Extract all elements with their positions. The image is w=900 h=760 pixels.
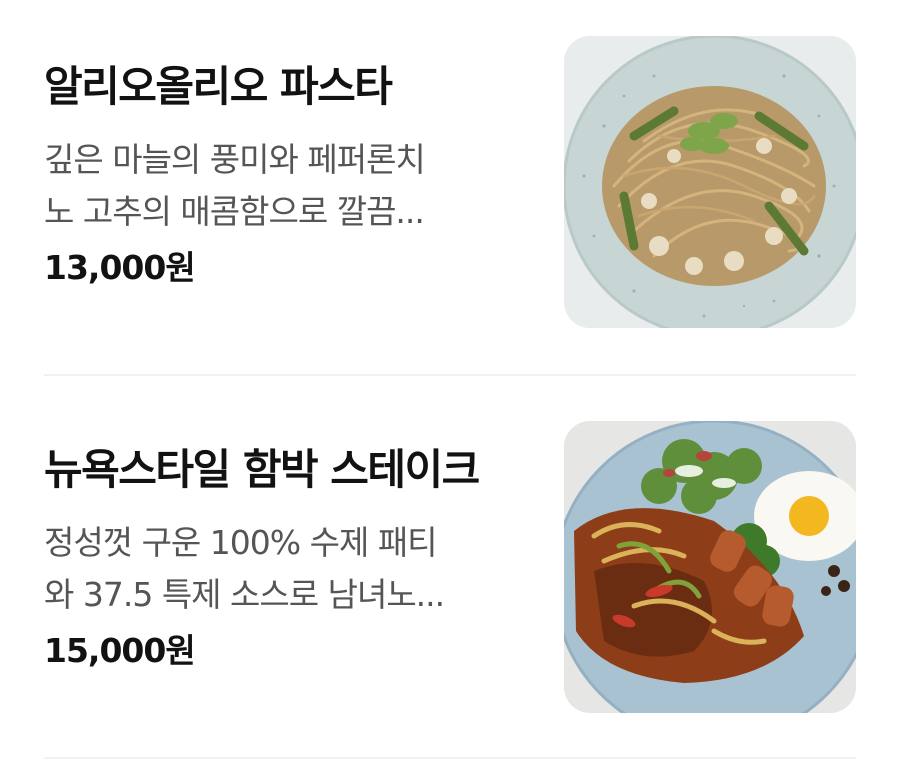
description-line: 노 고추의 매콤함으로 깔끔... — [44, 192, 425, 231]
menu-item-text: 뉴욕스타일 함박 스테이크 정성껏 구운 100% 수제 패티 와 37.5 특… — [44, 421, 524, 673]
menu-item-photo[interactable] — [564, 421, 856, 713]
menu-list: 알리오올리오 파스타 깊은 마늘의 풍미와 페퍼론치 노 고추의 매콤함으로 깔… — [0, 0, 900, 760]
menu-item-aglio-olio-pasta[interactable]: 알리오올리오 파스타 깊은 마늘의 풍미와 페퍼론치 노 고추의 매콤함으로 깔… — [44, 36, 856, 328]
menu-item-hamburg-steak[interactable]: 뉴욕스타일 함박 스테이크 정성껏 구운 100% 수제 패티 와 37.5 특… — [44, 421, 856, 713]
description-line: 와 37.5 특제 소스로 남녀노... — [44, 575, 445, 614]
pasta-dish-photo — [564, 36, 856, 328]
menu-item-text: 알리오올리오 파스타 깊은 마늘의 풍미와 페퍼론치 노 고추의 매콤함으로 깔… — [44, 36, 524, 290]
description-line: 깊은 마늘의 풍미와 페퍼론치 — [44, 140, 426, 179]
menu-item-price: 15,000원 — [44, 631, 196, 670]
menu-item-description: 정성껏 구운 100% 수제 패티 와 37.5 특제 소스로 남녀노... — [44, 517, 514, 621]
divider — [44, 757, 856, 759]
menu-item-price: 13,000원 — [44, 248, 196, 287]
menu-item-name: 뉴욕스타일 함박 스테이크 — [44, 445, 480, 494]
hamburg-steak-dish-photo — [564, 421, 856, 713]
menu-item-photo[interactable] — [564, 36, 856, 328]
menu-item-name: 알리오올리오 파스타 — [44, 62, 393, 111]
divider — [44, 374, 856, 376]
description-line: 정성껏 구운 100% 수제 패티 — [44, 523, 438, 562]
menu-item-description: 깊은 마늘의 풍미와 페퍼론치 노 고추의 매콤함으로 깔끔... — [44, 134, 514, 238]
